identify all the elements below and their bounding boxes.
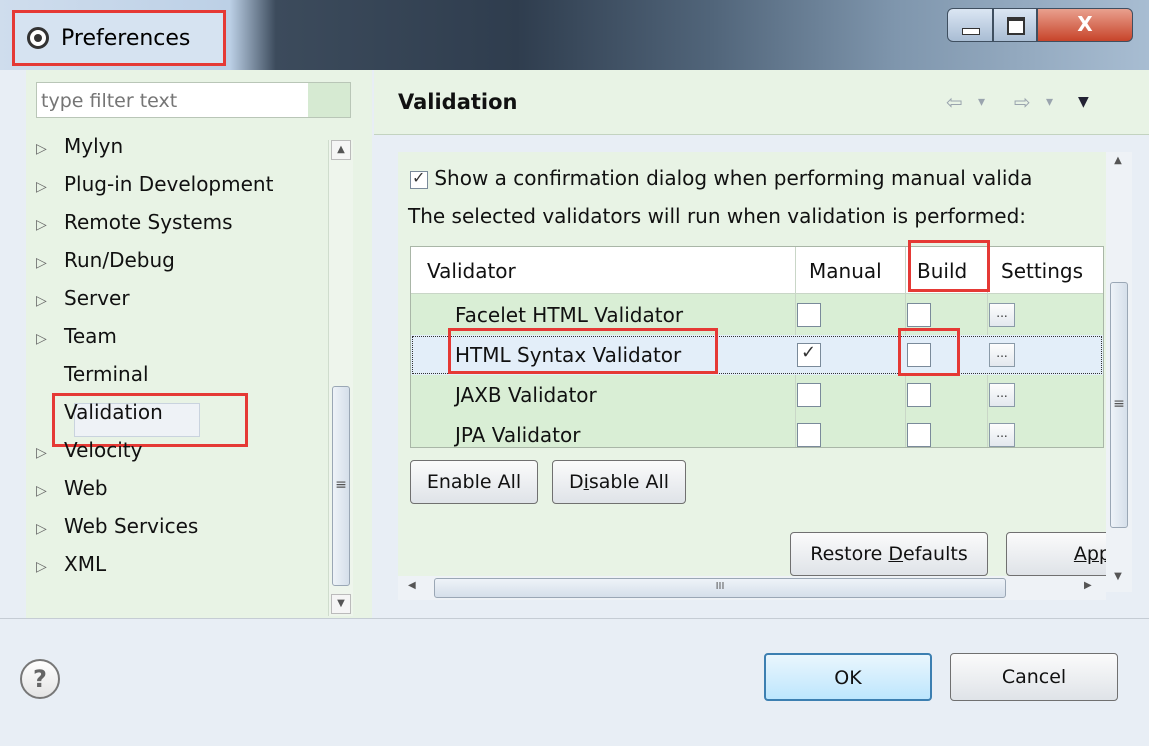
maximize-icon (1007, 17, 1025, 35)
html-syntax-validator-highlight (448, 328, 718, 374)
title-bar[interactable]: Preferences X (0, 0, 1149, 70)
scroll-right-arrow-icon[interactable]: ▶ (1084, 580, 1092, 591)
filter-clear-button[interactable] (308, 83, 350, 117)
expand-arrow-icon[interactable]: ▷ (36, 169, 64, 205)
content-vertical-scrollbar[interactable]: ▲ ≡ ▼ (1106, 152, 1132, 592)
preferences-tree-pane: ▷Mylyn ▷Plug-in Development ▷Remote Syst… (26, 70, 372, 618)
apply-button[interactable]: App (1006, 532, 1106, 576)
content-horizontal-scrollbar[interactable]: ◀ III ▶ (398, 576, 1106, 600)
maximize-button[interactable] (993, 8, 1037, 42)
table-row[interactable]: JPA Validator ... (411, 415, 1103, 447)
enable-all-button[interactable]: Enable All (410, 460, 538, 504)
settings-button[interactable]: ... (989, 383, 1015, 407)
scroll-left-arrow-icon[interactable]: ◀ (408, 580, 416, 591)
column-header-validator[interactable]: Validator (427, 259, 516, 283)
build-checkbox-highlight (898, 328, 960, 376)
build-checkbox[interactable] (907, 423, 931, 447)
tree-item-plugin-development[interactable]: ▷ Plug-in Development (36, 166, 273, 202)
manual-checkbox[interactable] (797, 383, 821, 407)
expand-arrow-icon[interactable]: ▷ (36, 283, 64, 319)
manual-checkbox[interactable] (797, 303, 821, 327)
forward-arrow-icon[interactable]: ⇨ (1014, 90, 1031, 114)
table-header: Validator Manual Build Settings (411, 247, 1103, 294)
build-column-highlight (908, 240, 990, 292)
validation-highlight (52, 393, 248, 447)
validators-description: The selected validators will run when va… (408, 204, 1027, 228)
minimize-button[interactable] (947, 8, 993, 42)
content-scroll-thumb[interactable]: ≡ (1110, 282, 1128, 528)
scroll-up-arrow-icon[interactable]: ▲ (1108, 152, 1128, 172)
back-history-dropdown-icon[interactable]: ▾ (978, 94, 985, 110)
tree-item-remote-systems[interactable]: ▷ Remote Systems (36, 204, 233, 240)
scroll-down-arrow-icon[interactable]: ▼ (331, 594, 351, 614)
back-arrow-icon[interactable]: ⇦ (946, 90, 963, 114)
close-icon: X (1077, 12, 1093, 36)
validation-page: Validation ⇦ ▾ ⇨ ▾ ▼ Show a confirmation… (374, 70, 1149, 618)
manual-checkbox[interactable] (797, 423, 821, 447)
tree-vertical-scrollbar[interactable]: ▲ ≡ ▼ (328, 140, 353, 616)
tree-item-mylyn[interactable]: ▷ Mylyn (36, 128, 123, 164)
expand-arrow-icon[interactable]: ▷ (36, 321, 64, 357)
forward-history-dropdown-icon[interactable]: ▾ (1046, 94, 1053, 110)
column-header-settings[interactable]: Settings (1001, 259, 1083, 283)
minimize-icon (962, 28, 980, 35)
expand-arrow-icon[interactable]: ▷ (36, 207, 64, 243)
tree-item-run-debug[interactable]: ▷ Run/Debug (36, 242, 175, 278)
settings-button[interactable]: ... (989, 423, 1015, 447)
help-icon[interactable]: ? (20, 659, 60, 699)
manual-checkbox[interactable] (797, 342, 821, 367)
filter-input[interactable] (37, 83, 315, 119)
confirm-dialog-option[interactable]: Show a confirmation dialog when performi… (410, 166, 1032, 190)
page-title: Validation (398, 90, 518, 114)
build-checkbox[interactable] (907, 383, 931, 407)
page-header: Validation ⇦ ▾ ⇨ ▾ ▼ (374, 70, 1149, 135)
window-title: Preferences (61, 26, 191, 51)
scroll-down-arrow-icon[interactable]: ▼ (1108, 568, 1128, 588)
view-menu-icon[interactable]: ▼ (1078, 94, 1089, 110)
tree-item-terminal[interactable]: Terminal (36, 356, 149, 392)
confirm-dialog-label: Show a confirmation dialog when performi… (434, 166, 1033, 190)
ok-button[interactable]: OK (764, 653, 932, 701)
filter-box (36, 82, 351, 119)
tree-scroll-thumb[interactable]: ≡ (332, 386, 350, 586)
column-header-manual[interactable]: Manual (809, 259, 882, 283)
cancel-button[interactable]: Cancel (950, 653, 1118, 701)
preferences-window: Preferences X ▷Mylyn ▷Plug-in Developmen… (0, 0, 1149, 746)
build-checkbox[interactable] (907, 303, 931, 327)
eclipse-app-icon (27, 27, 49, 49)
close-button[interactable]: X (1037, 8, 1133, 42)
disable-all-button[interactable]: Disable All (552, 460, 686, 504)
confirm-dialog-checkbox[interactable] (410, 168, 428, 189)
dialog-footer: ? OK Cancel (0, 618, 1149, 746)
settings-button[interactable]: ... (989, 343, 1015, 367)
horizontal-scroll-thumb[interactable]: III (434, 578, 1006, 598)
settings-button[interactable]: ... (989, 303, 1015, 327)
expand-arrow-icon[interactable]: ▷ (36, 245, 64, 281)
restore-defaults-button[interactable]: Restore Defaults (790, 532, 988, 576)
tree-item-team[interactable]: ▷ Team (36, 318, 117, 354)
validation-content: Show a confirmation dialog when performi… (398, 152, 1106, 592)
title-highlight: Preferences (12, 10, 226, 66)
expand-arrow-icon[interactable]: ▷ (36, 131, 64, 167)
table-row[interactable]: JAXB Validator ... (411, 375, 1103, 415)
scroll-up-arrow-icon[interactable]: ▲ (331, 140, 351, 160)
tree-item-server[interactable]: ▷ Server (36, 280, 130, 316)
preferences-tree: ▷ Mylyn ▷ Plug-in Development ▷ Remote Syst… (36, 128, 326, 616)
